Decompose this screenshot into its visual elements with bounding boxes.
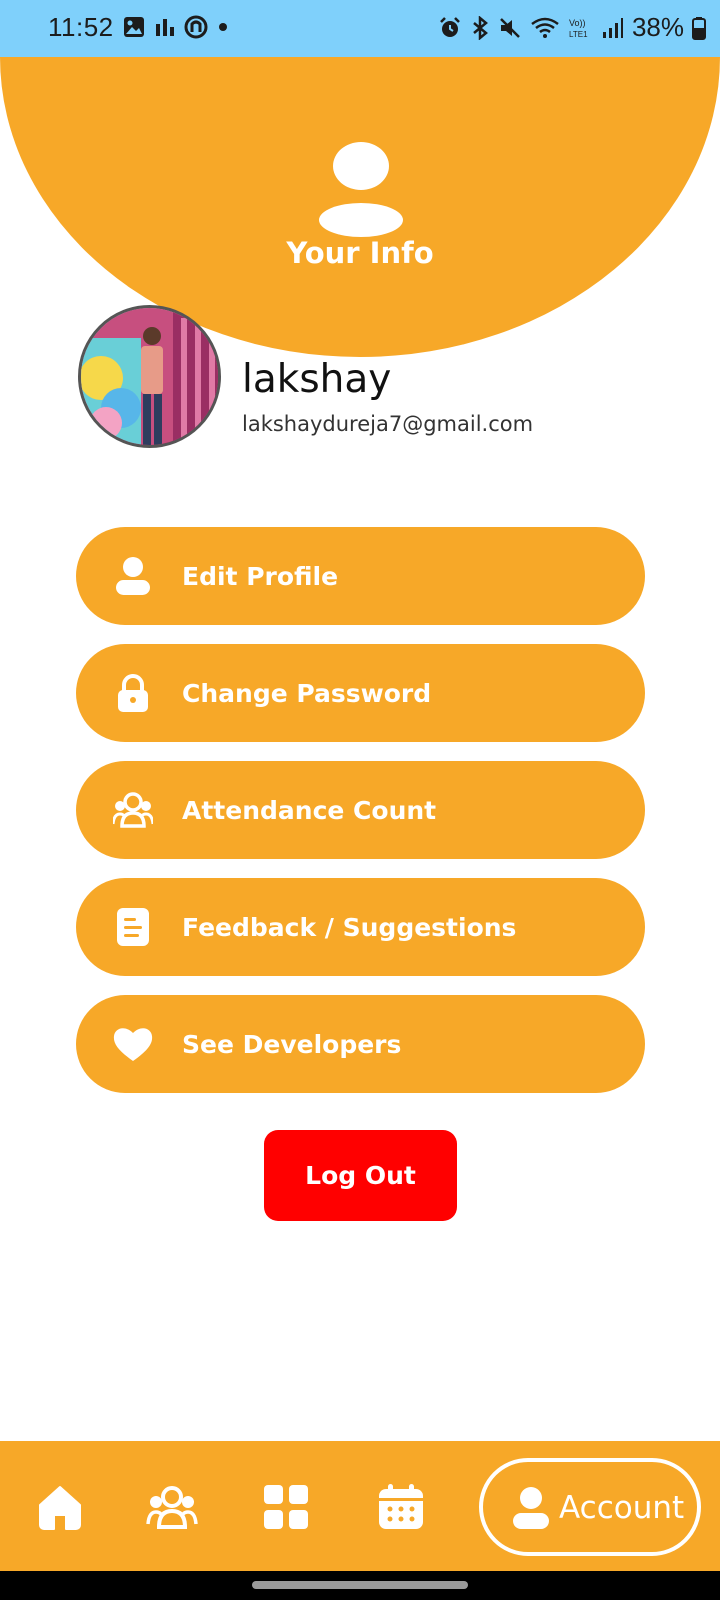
chart-icon xyxy=(156,19,174,36)
status-right-icons: Vo)) LTE1 38% xyxy=(438,12,706,43)
system-navigation-bar xyxy=(0,1571,720,1600)
profile-name: lakshay xyxy=(242,357,392,402)
change-password-label: Change Password xyxy=(182,678,432,708)
gallery-icon xyxy=(124,17,144,37)
battery-percent: 38% xyxy=(631,12,684,42)
alarm-icon xyxy=(440,16,460,37)
app-icon xyxy=(184,15,208,39)
heart-icon xyxy=(113,1028,153,1061)
home-gesture-handle[interactable] xyxy=(252,1581,468,1589)
dot-icon xyxy=(219,23,227,31)
avatar xyxy=(78,305,221,448)
group-icon xyxy=(146,1486,198,1529)
nav-account-label: Account xyxy=(559,1490,685,1526)
nav-calendar[interactable] xyxy=(375,1481,427,1533)
nav-dashboard[interactable] xyxy=(260,1481,312,1533)
logout-button[interactable]: Log Out xyxy=(264,1130,457,1221)
document-icon xyxy=(117,908,149,946)
see-developers-label: See Developers xyxy=(182,1029,402,1059)
svg-text:LTE1: LTE1 xyxy=(569,30,588,39)
bluetooth-icon xyxy=(473,15,488,40)
see-developers-button[interactable]: See Developers xyxy=(76,995,645,1093)
volte-icon: Vo)) LTE1 xyxy=(569,18,588,39)
svg-text:Vo)): Vo)) xyxy=(569,18,586,28)
page-title: Your Info xyxy=(286,236,434,270)
attendance-count-button[interactable]: Attendance Count xyxy=(76,761,645,859)
profile-email: lakshaydureja7@gmail.com xyxy=(242,412,534,436)
mute-icon xyxy=(500,17,520,38)
change-password-button[interactable]: Change Password xyxy=(76,644,645,742)
signal-icon xyxy=(602,17,623,38)
attendance-count-label: Attendance Count xyxy=(182,795,437,825)
edit-profile-label: Edit Profile xyxy=(182,561,339,591)
status-bar: 11:52 Vo)) LTE1 38% xyxy=(0,0,720,57)
nav-group[interactable] xyxy=(146,1481,198,1533)
feedback-suggestions-button[interactable]: Feedback / Suggestions xyxy=(76,878,645,976)
calendar-icon xyxy=(379,1484,423,1529)
battery-icon xyxy=(692,16,706,40)
user-icon xyxy=(513,1487,549,1529)
status-left-icons xyxy=(122,15,230,39)
users-icon xyxy=(113,792,153,828)
feedback-suggestions-label: Feedback / Suggestions xyxy=(182,912,517,942)
lock-icon xyxy=(118,674,148,712)
nav-account[interactable]: Account xyxy=(479,1458,701,1556)
user-icon xyxy=(319,142,403,237)
wifi-icon xyxy=(531,17,559,38)
edit-profile-button[interactable]: Edit Profile xyxy=(76,527,645,625)
grid-icon xyxy=(264,1485,308,1529)
status-time: 11:52 xyxy=(48,12,114,42)
user-icon xyxy=(116,557,150,595)
bottom-navigation: Account xyxy=(0,1441,720,1571)
nav-home[interactable] xyxy=(34,1481,86,1533)
home-icon xyxy=(39,1486,81,1530)
